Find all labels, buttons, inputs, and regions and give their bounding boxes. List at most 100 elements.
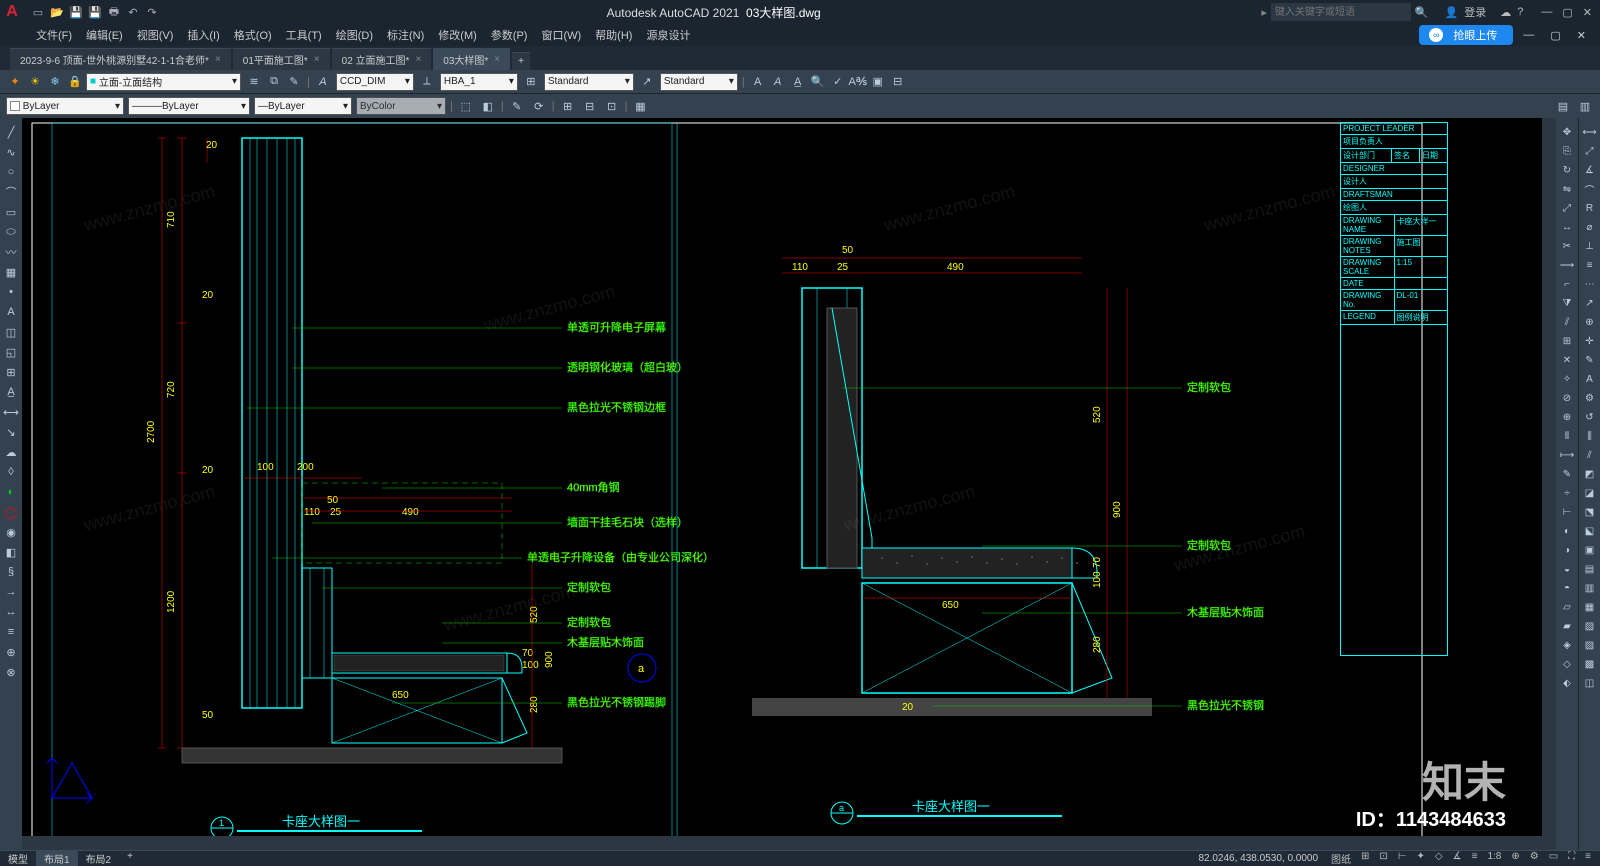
hscrollbar[interactable]: [22, 836, 1556, 850]
check-icon[interactable]: ✓: [829, 73, 847, 91]
region-icon[interactable]: ◱: [3, 344, 19, 360]
chamfer-icon[interactable]: ⧩: [1559, 295, 1575, 311]
layer-state-icon[interactable]: ⧉: [265, 73, 283, 91]
dim-icon[interactable]: ⟷: [3, 404, 19, 420]
tool-r22-icon[interactable]: ◐: [1559, 523, 1575, 539]
dimstyle-icon[interactable]: ⚙: [1582, 390, 1598, 406]
menu-insert[interactable]: 插入(I): [181, 27, 225, 43]
polar-icon[interactable]: ✦: [1414, 851, 1428, 866]
grid-icon[interactable]: ⊞: [1358, 851, 1372, 866]
helix-icon[interactable]: §: [3, 564, 19, 580]
ellipse-icon[interactable]: ⬭: [3, 224, 19, 240]
doc-close-icon[interactable]: ✕: [1571, 29, 1592, 42]
point-icon[interactable]: •: [3, 284, 19, 300]
layer-combo[interactable]: ■ 立面-立面结构▾: [86, 73, 241, 91]
grid2-icon[interactable]: ⊟: [581, 97, 599, 115]
xline-icon[interactable]: ↔: [3, 604, 19, 620]
txt-ai-icon[interactable]: A: [769, 73, 787, 91]
sun-icon[interactable]: ☀: [26, 73, 44, 91]
tab-close-icon[interactable]: ×: [494, 54, 500, 65]
dimarc-icon[interactable]: ⌒: [1582, 181, 1598, 197]
save-icon[interactable]: 💾: [68, 4, 84, 20]
dimcenter-icon[interactable]: ✛: [1582, 333, 1598, 349]
tool27-icon[interactable]: ⊕: [3, 644, 19, 660]
dimcont-icon[interactable]: ⋯: [1582, 276, 1598, 292]
spline-icon[interactable]: 〰: [3, 244, 19, 260]
dim20-icon[interactable]: ◪: [1582, 485, 1598, 501]
rotate-icon[interactable]: ↻: [1559, 162, 1575, 178]
table2-icon[interactable]: ⊟: [889, 73, 907, 91]
dimtedit-icon[interactable]: A: [1582, 371, 1598, 387]
ortho-icon[interactable]: ⊢: [1395, 851, 1410, 866]
tool-r29-icon[interactable]: ◇: [1559, 656, 1575, 672]
cloud-icon[interactable]: ☁: [1500, 6, 1511, 19]
dimedit-icon[interactable]: ✎: [1582, 352, 1598, 368]
standard-combo[interactable]: Standard▾: [544, 73, 634, 91]
menu-modify[interactable]: 修改(M): [432, 27, 483, 43]
layer-icon[interactable]: ✦: [6, 73, 24, 91]
dim30-icon[interactable]: ◫: [1582, 675, 1598, 691]
leader-icon[interactable]: ↗: [638, 73, 656, 91]
block-icon[interactable]: ⬚: [457, 97, 475, 115]
style-a-icon[interactable]: A℁: [849, 73, 867, 91]
tool28-icon[interactable]: ⊗: [3, 664, 19, 680]
copy-icon[interactable]: ⎘: [1559, 143, 1575, 159]
boundary-icon[interactable]: ◯: [3, 504, 19, 520]
dimrad-icon[interactable]: R: [1582, 200, 1598, 216]
menu-help[interactable]: 帮助(H): [589, 27, 638, 43]
dimover-icon[interactable]: ↺: [1582, 409, 1598, 425]
layer-match-icon[interactable]: ✎: [285, 73, 303, 91]
color-combo[interactable]: ByLayer▾: [6, 97, 124, 115]
layout-add-icon[interactable]: +: [119, 851, 141, 866]
table-icon[interactable]: ⊞: [522, 73, 540, 91]
layout-tab[interactable]: 布局2: [78, 851, 120, 866]
linetype-combo[interactable]: ——— ByLayer▾: [128, 97, 250, 115]
fillet-icon[interactable]: ⌐: [1559, 276, 1575, 292]
dimbase-icon[interactable]: ≡: [1582, 257, 1598, 273]
tolerance-icon[interactable]: ⊕: [1582, 314, 1598, 330]
ray-icon[interactable]: →: [3, 584, 19, 600]
sync-icon[interactable]: ⟳: [530, 97, 548, 115]
menu-yuanquan[interactable]: 源泉设计: [640, 27, 696, 43]
dimbreak-icon[interactable]: ⫽: [1582, 447, 1598, 463]
field-icon[interactable]: ▣: [869, 73, 887, 91]
grid3-icon[interactable]: ⊡: [603, 97, 621, 115]
dimali-icon[interactable]: ⤢: [1582, 143, 1598, 159]
dim28-icon[interactable]: ▨: [1582, 637, 1598, 653]
3d-icon[interactable]: ◧: [3, 544, 19, 560]
txt-a-icon[interactable]: A: [749, 73, 767, 91]
lwt-icon[interactable]: ≡: [1469, 851, 1481, 866]
dimang-icon[interactable]: ∡: [1582, 162, 1598, 178]
close-icon[interactable]: ✕: [1583, 6, 1592, 19]
tab-close-icon[interactable]: ×: [314, 54, 320, 65]
search-icon[interactable]: 🔍: [1415, 6, 1429, 19]
file-tab[interactable]: 01平面施工图*×: [233, 48, 330, 70]
trim-icon[interactable]: ✂: [1559, 238, 1575, 254]
dim25-icon[interactable]: ▥: [1582, 580, 1598, 596]
saveas-icon[interactable]: 💾: [87, 4, 103, 20]
dim22-icon[interactable]: ⬕: [1582, 523, 1598, 539]
menu-draw[interactable]: 绘图(D): [330, 27, 379, 43]
explode-icon[interactable]: ✧: [1559, 371, 1575, 387]
qleader-icon[interactable]: ↗: [1582, 295, 1598, 311]
tool-r28-icon[interactable]: ◈: [1559, 637, 1575, 653]
lengthen-icon[interactable]: ⟼: [1559, 447, 1575, 463]
grid1-icon[interactable]: ⊞: [559, 97, 577, 115]
tool-r27-icon[interactable]: ▰: [1559, 618, 1575, 634]
dim19-icon[interactable]: ◩: [1582, 466, 1598, 482]
file-tab[interactable]: 03大样图*×: [433, 48, 510, 70]
freeze-icon[interactable]: ❄: [46, 73, 64, 91]
menu-tools[interactable]: 工具(T): [280, 27, 328, 43]
tool-r25-icon[interactable]: ◓: [1559, 580, 1575, 596]
divide-icon[interactable]: ÷: [1559, 485, 1575, 501]
standard2-combo[interactable]: Standard▾: [660, 73, 738, 91]
tool-r23-icon[interactable]: ◑: [1559, 542, 1575, 558]
txt-a2-icon[interactable]: A̲: [789, 73, 807, 91]
dim29-icon[interactable]: ▩: [1582, 656, 1598, 672]
textstyle-combo[interactable]: HBA_1▾: [440, 73, 518, 91]
donut-icon[interactable]: ◉: [3, 524, 19, 540]
print-icon[interactable]: 🖶: [106, 4, 122, 20]
hatch-icon[interactable]: ▦: [3, 264, 19, 280]
mtext-icon[interactable]: A̲: [3, 384, 19, 400]
erase-icon[interactable]: ✕: [1559, 352, 1575, 368]
